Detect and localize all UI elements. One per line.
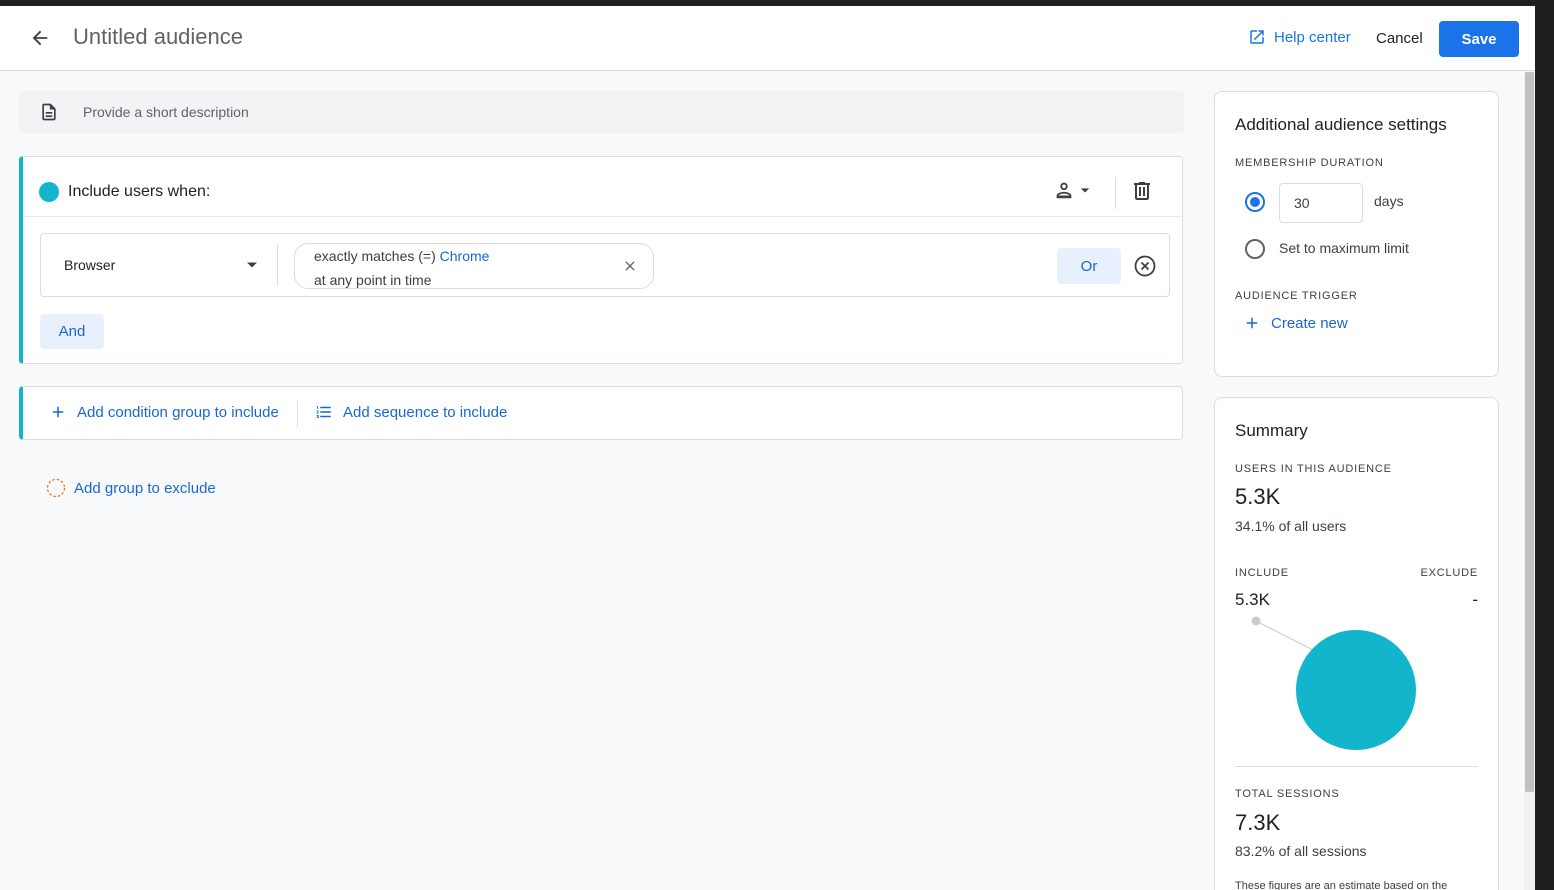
settings-title: Additional audience settings: [1235, 115, 1447, 134]
include-group-card: Include users when: Browser exactly matc…: [19, 156, 1183, 364]
condition-value: Chrome: [439, 248, 490, 264]
total-sessions-label: TOTAL SESSIONS: [1235, 788, 1340, 800]
description-input[interactable]: [83, 104, 983, 120]
exclude-label: EXCLUDE: [1420, 567, 1478, 579]
top-header: Untitled audience Help center Cancel Sav…: [0, 6, 1535, 71]
include-indicator-dot: [39, 182, 59, 202]
users-count: 5.3K: [1235, 484, 1281, 509]
summary-card: Summary USERS IN THIS AUDIENCE 5.3K 34.1…: [1214, 397, 1499, 890]
estimate-footnote: These figures are an estimate based on t…: [1235, 880, 1448, 890]
include-circle: [1296, 630, 1416, 750]
include-label: INCLUDE: [1235, 567, 1289, 579]
document-icon: [39, 101, 59, 123]
page-title: Untitled audience: [73, 24, 244, 49]
users-percent: 34.1% of all users: [1235, 518, 1347, 534]
and-button[interactable]: And: [40, 314, 104, 349]
condition-operator-line: exactly matches (=) Chrome: [314, 248, 489, 264]
scrollbar-thumb[interactable]: [1525, 72, 1534, 792]
help-center-label: Help center: [1274, 28, 1351, 46]
dimension-select[interactable]: Browser: [41, 234, 277, 296]
cancel-button[interactable]: Cancel: [1366, 23, 1433, 53]
open-in-new-icon: [1250, 30, 1264, 44]
person-icon: [1056, 182, 1072, 199]
plus-icon: [52, 406, 64, 418]
add-sequence-button[interactable]: Add sequence to include: [315, 403, 507, 421]
close-icon: [625, 261, 635, 271]
app-window: Untitled audience Help center Cancel Sav…: [0, 6, 1535, 890]
chart-leader-line: [1255, 620, 1314, 651]
add-include-bar: Add condition group to include Add seque…: [19, 386, 1183, 440]
back-button[interactable]: [24, 22, 56, 54]
sequence-list-icon: [316, 406, 331, 418]
caret-down-icon: [247, 262, 257, 268]
trash-icon: [1134, 182, 1150, 200]
summary-divider: [1235, 766, 1478, 767]
summary-title: Summary: [1235, 421, 1308, 440]
arrow-left-icon: [32, 30, 48, 46]
dimension-label: Browser: [64, 257, 116, 273]
save-button[interactable]: Save: [1439, 21, 1519, 57]
add-sequence-label: Add sequence to include: [343, 403, 508, 421]
remove-condition-button[interactable]: [1133, 254, 1157, 278]
delete-group-button[interactable]: [1130, 179, 1154, 203]
include-title: Include users when:: [68, 183, 211, 200]
add-condition-group-label: Add condition group to include: [77, 403, 279, 421]
audience-trigger-label: AUDIENCE TRIGGER: [1235, 290, 1358, 302]
condition-scope: at any point in time: [314, 272, 432, 288]
dashed-circle-icon: [46, 478, 66, 498]
or-button[interactable]: Or: [1057, 248, 1121, 284]
header-divider: [1115, 177, 1116, 209]
duration-days-input[interactable]: [1279, 183, 1363, 223]
condition-divider: [277, 244, 278, 286]
condition-operator: exactly matches (=): [314, 248, 436, 264]
add-bar-divider: [297, 401, 298, 427]
duration-days-radio[interactable]: [1245, 192, 1265, 212]
include-group-header: Include users when:: [23, 157, 1182, 217]
create-trigger-button[interactable]: Create new: [1243, 314, 1348, 332]
scope-selector-button[interactable]: [1053, 179, 1095, 201]
settings-card: Additional audience settings MEMBERSHIP …: [1214, 91, 1499, 377]
condition-chip[interactable]: exactly matches (=) Chrome at any point …: [294, 243, 654, 289]
cancel-circle-icon: [1134, 255, 1156, 277]
sessions-count: 7.3K: [1235, 810, 1281, 835]
audience-venn-chart: [1251, 616, 1416, 750]
add-exclude-group-button[interactable]: Add group to exclude: [46, 478, 216, 498]
create-new-label: Create new: [1271, 314, 1348, 332]
add-exclude-label: Add group to exclude: [74, 479, 216, 497]
membership-duration-label: MEMBERSHIP DURATION: [1235, 157, 1384, 169]
clear-condition-button[interactable]: [622, 258, 638, 274]
condition-row: Browser exactly matches (=) Chrome at an…: [40, 233, 1170, 297]
max-limit-radio[interactable]: [1245, 239, 1265, 259]
add-condition-group-button[interactable]: Add condition group to include: [49, 403, 279, 421]
max-limit-label: Set to maximum limit: [1279, 240, 1409, 256]
help-center-link[interactable]: Help center: [1248, 28, 1351, 46]
days-label: days: [1374, 193, 1404, 209]
description-bar: [19, 91, 1184, 133]
sessions-percent: 83.2% of all sessions: [1235, 843, 1367, 859]
plus-icon: [1246, 317, 1258, 329]
caret-down-icon: [1080, 188, 1090, 193]
users-in-audience-label: USERS IN THIS AUDIENCE: [1235, 463, 1392, 475]
chart-leader-dot: [1251, 616, 1261, 626]
